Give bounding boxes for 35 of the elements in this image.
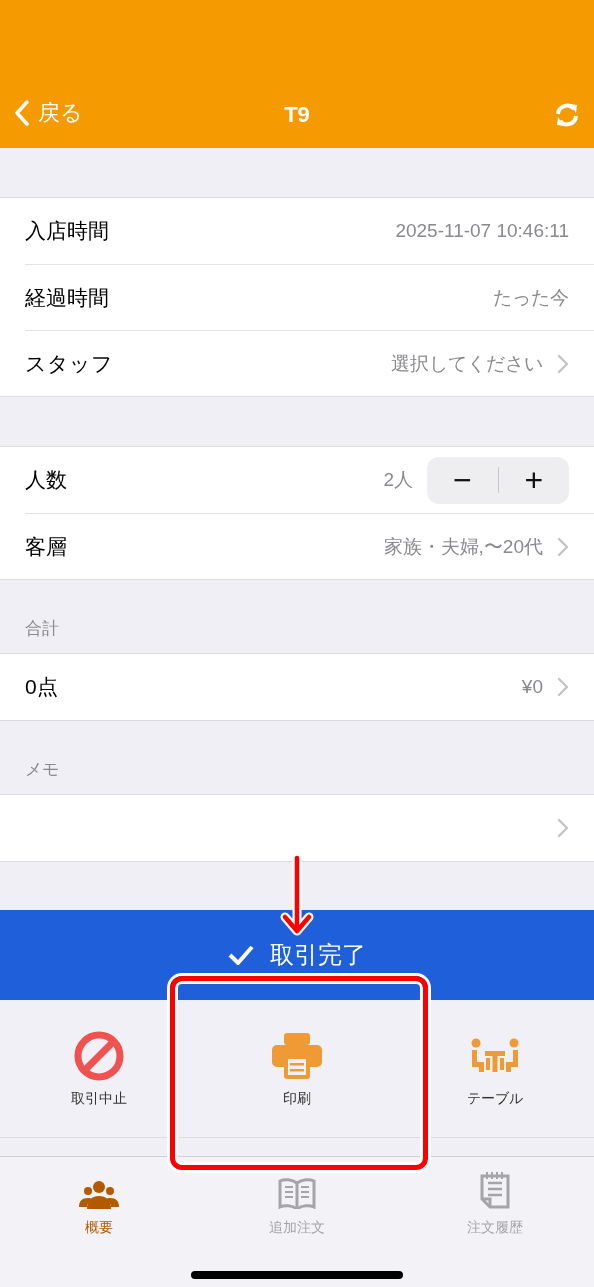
chevron-icon — [557, 818, 569, 838]
chevron-icon — [557, 677, 569, 697]
back-chevron-icon — [14, 100, 30, 126]
screen-title: T9 — [283, 102, 311, 128]
row-label: 入店時間 — [25, 218, 109, 244]
complete-transaction-button[interactable]: 取引完了 — [0, 910, 594, 1000]
printer-icon — [272, 1032, 322, 1079]
decrement-button[interactable]: − — [427, 456, 498, 504]
group-of-people-icon — [79, 1181, 119, 1209]
chevron-icon — [557, 536, 569, 557]
action-button[interactable]: テーブル — [396, 1000, 594, 1137]
section-heading: 合計 — [25, 618, 59, 640]
action-button[interactable]: 印刷 — [198, 1000, 396, 1137]
row-value: 選択してください — [391, 351, 543, 376]
section-heading: メモ — [25, 759, 59, 781]
refresh-icon[interactable] — [554, 102, 580, 128]
row-label: 0点 — [25, 674, 58, 700]
chevron-icon — [557, 353, 569, 374]
tab[interactable]: 概要 — [0, 1169, 198, 1237]
row-label: 人数 — [25, 467, 67, 493]
row-value: ¥0 — [521, 676, 543, 698]
row-value: 2025-11-07 10:46:11 — [395, 220, 569, 242]
increment-button[interactable]: + — [498, 456, 569, 504]
open-book-icon — [277, 1177, 317, 1209]
row-label: 経過時間 — [25, 284, 109, 311]
checkmark-icon — [228, 945, 254, 965]
row-label: 客層 — [25, 533, 67, 560]
notepad-icon — [480, 1171, 510, 1209]
row-label: スタッフ — [25, 350, 113, 377]
row-value: 家族・夫婦,〜20代 — [383, 534, 543, 559]
table-with-people-icon — [471, 1037, 519, 1074]
prohibited-icon — [74, 1030, 124, 1081]
row-value: たった今 — [493, 285, 569, 310]
action-button[interactable]: 取引中止 — [0, 1000, 198, 1137]
row-value: 2人 — [383, 468, 413, 492]
